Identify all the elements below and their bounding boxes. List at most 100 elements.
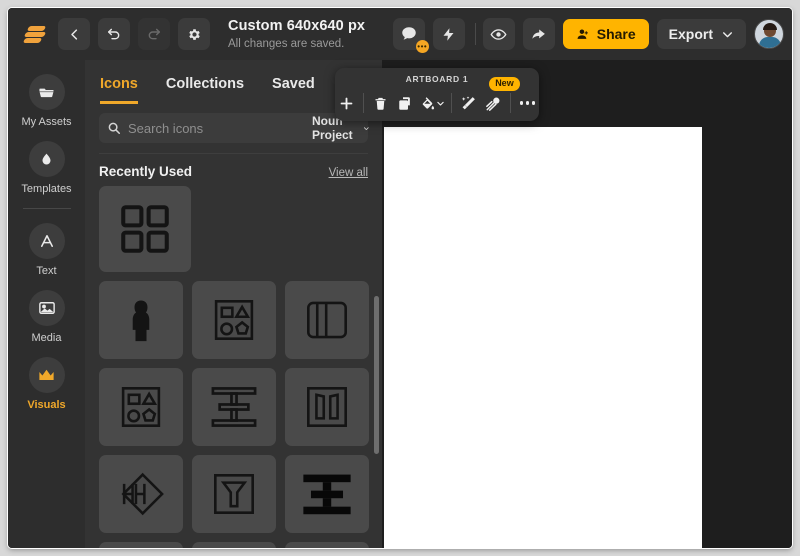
document-meta: Custom 640x640 px All changes are saved. [228, 17, 365, 52]
ai-brush-button[interactable]: New [482, 77, 520, 116]
crown-icon [28, 357, 65, 393]
settings-button[interactable] [178, 18, 210, 50]
droplet-icon [28, 141, 65, 177]
sidebar-item-label: Visuals [27, 399, 66, 411]
list-item[interactable] [99, 368, 183, 446]
plus-icon [340, 97, 353, 109]
ellipsis-icon [520, 101, 535, 105]
back-button[interactable] [58, 18, 90, 50]
sidebar-item-label: Templates [21, 183, 72, 195]
two-wedges-box-icon [301, 381, 353, 433]
three-vertical-panels-icon [301, 294, 353, 346]
document-title: Custom 640x640 px [228, 17, 366, 34]
redo-button[interactable] [138, 18, 170, 50]
search-icon [107, 121, 121, 135]
list-item[interactable] [192, 455, 276, 533]
undo-button[interactable] [98, 18, 130, 50]
king-glyph-outline-icon [207, 380, 261, 434]
search-input[interactable] [128, 120, 304, 136]
canvas-area[interactable] [382, 60, 792, 548]
share-arrow-button[interactable] [522, 18, 555, 50]
list-item[interactable] [285, 542, 369, 548]
sidebar-item-text[interactable]: Text [8, 223, 85, 277]
tab-collections[interactable]: Collections [166, 76, 244, 104]
funnel-box-icon [208, 468, 260, 520]
folder-icon [28, 74, 65, 110]
sidebar-divider [22, 208, 71, 209]
toolbar-divider [474, 23, 476, 45]
list-item[interactable] [99, 281, 183, 359]
icons-panel: Icons Collections Saved Noun Project Rec… [85, 60, 382, 548]
share-button-label: Share [596, 26, 636, 42]
recently-used-header: Recently Used View all [99, 164, 368, 179]
icon-grid [85, 281, 382, 548]
sidebar-item-my-assets[interactable]: My Assets [8, 74, 85, 128]
comments-button[interactable]: ••• [392, 18, 429, 53]
paint-bucket-icon [422, 96, 435, 109]
panel-divider [99, 153, 368, 154]
export-button-label: Export [668, 26, 713, 42]
app-logo-icon[interactable] [22, 21, 48, 47]
king-glyph-solid-icon [300, 467, 354, 521]
list-item[interactable] [192, 368, 276, 446]
magic-wand-icon [461, 96, 475, 110]
top-toolbar: Custom 640x640 px All changes are saved.… [8, 8, 792, 60]
save-status: All changes are saved. [228, 37, 345, 50]
top-toolbar-right: ••• Share Export [392, 8, 784, 60]
four-squares-icon [116, 200, 174, 258]
toolbar-divider [510, 93, 512, 113]
add-person-icon [577, 28, 588, 39]
search-bar: Noun Project [99, 113, 369, 143]
fill-color-button[interactable] [419, 90, 447, 116]
list-item[interactable] [192, 542, 276, 548]
list-item[interactable] [99, 455, 183, 533]
list-item[interactable] [192, 281, 276, 359]
toolbar-divider [451, 93, 453, 113]
delete-artboard-button[interactable] [369, 90, 392, 116]
copy-icon [399, 96, 410, 110]
magic-wand-button[interactable] [457, 90, 480, 116]
app-window: Custom 640x640 px All changes are saved.… [8, 8, 792, 548]
shapes-in-box-icon [115, 381, 167, 433]
recently-used-row [85, 186, 382, 272]
share-button[interactable]: Share [562, 19, 649, 49]
shapes-in-box-icon [208, 294, 260, 346]
shortcuts-button[interactable] [432, 18, 465, 50]
list-item[interactable] [285, 455, 369, 533]
list-item[interactable] [285, 368, 369, 446]
list-item[interactable] [99, 542, 183, 548]
panel-scrollbar[interactable] [374, 296, 379, 454]
view-all-link[interactable]: View all [329, 167, 368, 179]
sidebar-item-visuals[interactable]: Visuals [8, 357, 85, 411]
sidebar-item-templates[interactable]: Templates [8, 141, 85, 195]
trash-icon [375, 97, 386, 110]
h-arrow-glyph-icon [114, 467, 168, 521]
left-sidebar: My Assets Templates Text Media Visuals [8, 60, 85, 548]
chevron-down-icon [437, 101, 444, 106]
tab-icons[interactable]: Icons [100, 76, 138, 104]
preview-button[interactable] [482, 18, 515, 50]
image-icon [28, 290, 65, 326]
more-options-button[interactable] [516, 90, 539, 116]
ai-comet-icon [486, 97, 500, 111]
user-avatar[interactable] [754, 19, 784, 49]
chevron-down-icon [723, 31, 732, 37]
artboard-floating-toolbar: ARTBOARD 1 New [335, 68, 539, 121]
list-item[interactable] [99, 186, 191, 272]
add-artboard-button[interactable] [335, 90, 358, 116]
duplicate-artboard-button[interactable] [394, 90, 417, 116]
section-title: Recently Used [99, 164, 193, 179]
person-silhouette-icon [115, 294, 167, 346]
tab-saved[interactable]: Saved [272, 76, 315, 104]
sidebar-item-label: Media [31, 332, 62, 344]
artboard-1[interactable] [384, 127, 702, 548]
sidebar-item-media[interactable]: Media [8, 290, 85, 344]
letter-a-icon [28, 223, 65, 259]
export-button[interactable]: Export [656, 19, 746, 49]
list-item[interactable] [285, 281, 369, 359]
toolbar-divider [362, 93, 364, 113]
chevron-down-icon [364, 126, 369, 130]
comments-badge: ••• [415, 40, 429, 53]
sidebar-item-label: My Assets [21, 116, 72, 128]
sidebar-item-label: Text [36, 265, 57, 277]
